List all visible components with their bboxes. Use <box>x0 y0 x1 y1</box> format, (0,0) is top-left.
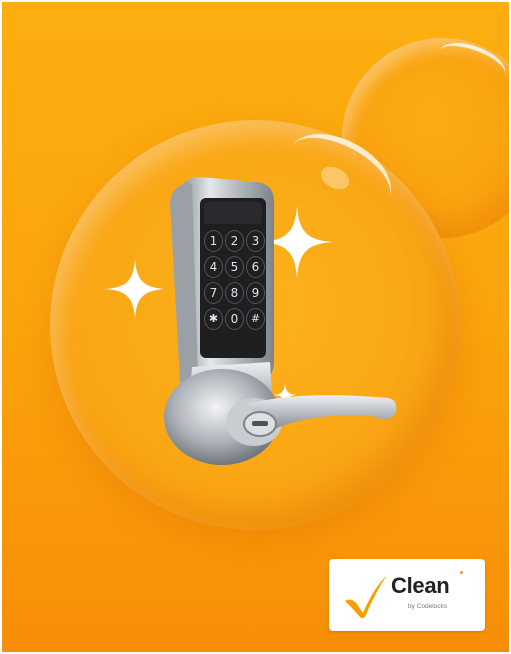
badge-mark <box>460 571 463 574</box>
keypad-key: 2 <box>225 230 244 252</box>
keypad: 1 2 3 4 5 6 7 8 9 ✱ 0 # <box>204 230 265 330</box>
keypad-key: 9 <box>246 282 265 304</box>
keypad-key: 7 <box>204 282 223 304</box>
checkmark-icon <box>345 575 387 618</box>
keypad-key: 3 <box>246 230 265 252</box>
clean-badge: Clean by Codelocks <box>329 559 485 631</box>
keypad-key: ✱ <box>204 308 223 330</box>
keypad-key: 1 <box>204 230 223 252</box>
product-image: 1 2 3 4 5 6 7 8 9 ✱ 0 # Clean by Codeloc… <box>2 2 509 652</box>
keypad-key: 0 <box>225 308 244 330</box>
badge-word: Clean <box>391 573 450 598</box>
keypad-key: # <box>246 308 265 330</box>
keypad-key: 8 <box>225 282 244 304</box>
bubble-highlight <box>433 35 509 91</box>
smart-lock-illustration <box>164 177 397 465</box>
keypad-key: 5 <box>225 256 244 278</box>
keypad-key: 4 <box>204 256 223 278</box>
keypad-key: 6 <box>246 256 265 278</box>
badge-subtitle: by Codelocks <box>408 603 448 610</box>
